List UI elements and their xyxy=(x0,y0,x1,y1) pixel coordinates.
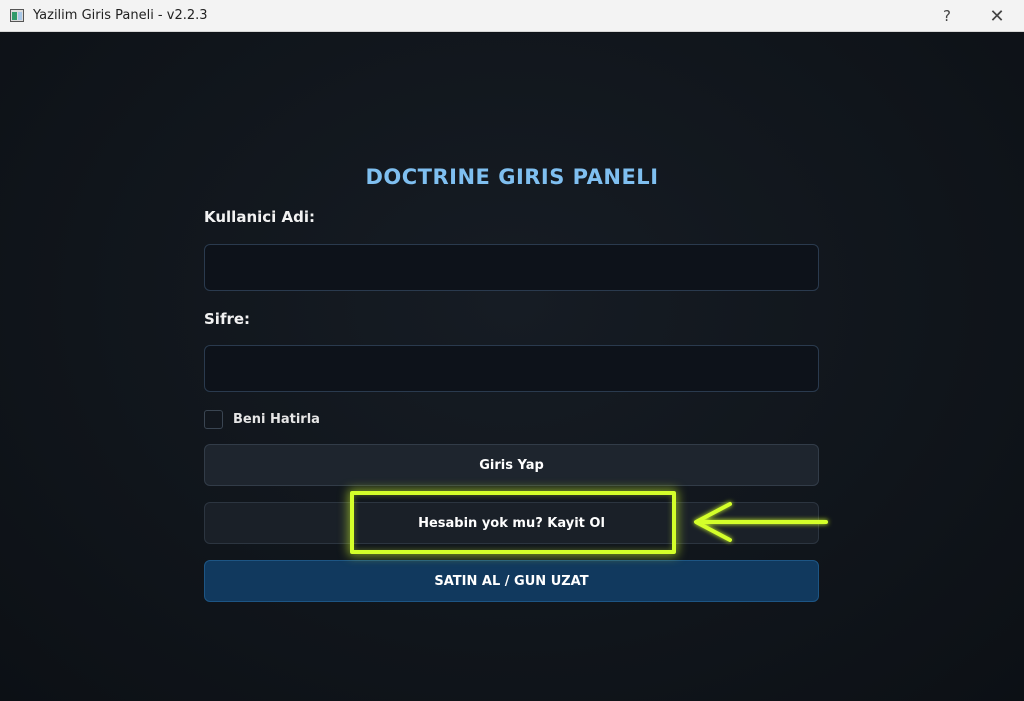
password-label: Sifre: xyxy=(204,310,251,328)
help-button[interactable]: ? xyxy=(924,0,970,32)
window-title: Yazilim Giris Paneli - v2.2.3 xyxy=(33,8,208,23)
register-button[interactable]: Hesabin yok mu? Kayit Ol xyxy=(204,502,819,544)
remember-me-row[interactable]: Beni Hatirla xyxy=(204,409,320,429)
login-panel: DOCTRINE GIRIS PANELI Kullanici Adi: Sif… xyxy=(0,33,1024,701)
username-label: Kullanici Adi: xyxy=(204,208,316,226)
window-titlebar: Yazilim Giris Paneli - v2.2.3 ? ✕ xyxy=(0,0,1024,32)
remember-me-label[interactable]: Beni Hatirla xyxy=(233,412,320,427)
username-input[interactable] xyxy=(204,244,819,291)
app-window-icon xyxy=(10,9,24,22)
password-input[interactable] xyxy=(204,345,819,392)
buy-extend-button[interactable]: SATIN AL / GUN UZAT xyxy=(204,560,819,602)
panel-heading: DOCTRINE GIRIS PANELI xyxy=(365,165,659,189)
login-button[interactable]: Giris Yap xyxy=(204,444,819,486)
close-button[interactable]: ✕ xyxy=(974,0,1020,32)
remember-me-checkbox[interactable] xyxy=(204,409,223,429)
